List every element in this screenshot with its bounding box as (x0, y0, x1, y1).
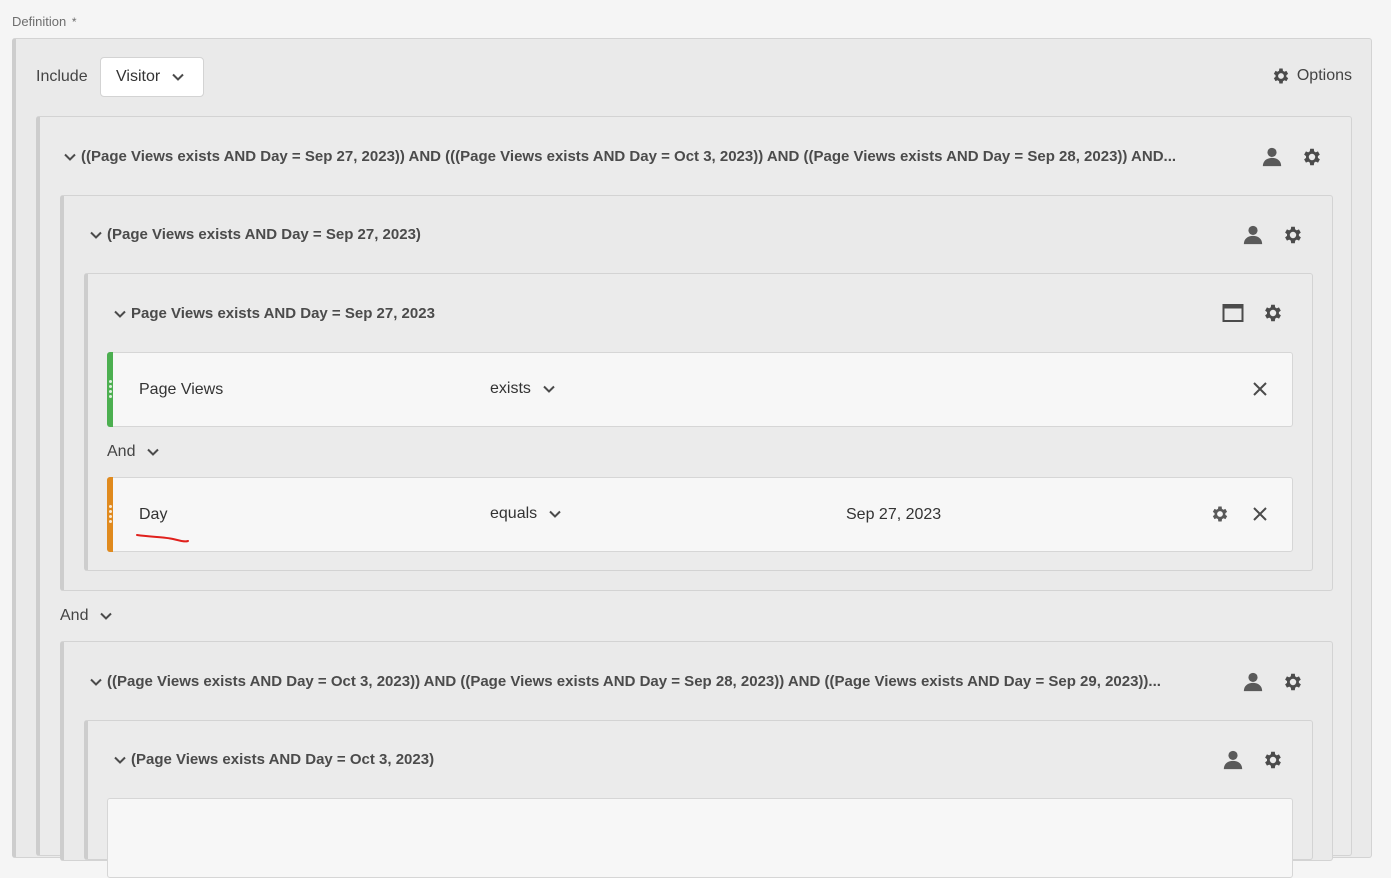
gear-icon[interactable] (1281, 223, 1305, 247)
group2-inner-title-text: (Page Views exists AND Day = Oct 3, 2023… (131, 751, 435, 768)
annotation-underline (136, 534, 189, 543)
drag-handle[interactable] (109, 505, 113, 525)
and-connector-select[interactable]: And (60, 607, 113, 625)
chevron-down-icon (100, 607, 113, 625)
rule-operator: equals (490, 505, 538, 522)
and-connector-select[interactable]: And (107, 443, 160, 461)
person-icon[interactable] (1241, 223, 1265, 247)
gear-icon (1273, 68, 1289, 84)
group2-title-text: ((Page Views exists AND Day = Oct 3, 202… (107, 673, 1161, 690)
rule-operator-select[interactable]: equals (490, 505, 561, 523)
group1-title[interactable]: (Page Views exists AND Day = Sep 27, 202… (90, 226, 421, 243)
group2-title[interactable]: ((Page Views exists AND Day = Oct 3, 202… (90, 673, 1161, 690)
chevron-down-icon (114, 305, 126, 322)
top-container-title-text: ((Page Views exists AND Day = Sep 27, 20… (81, 148, 1177, 165)
options-button[interactable]: Options (1271, 66, 1352, 86)
required-mark: * (71, 15, 77, 29)
gear-icon[interactable] (1261, 301, 1285, 325)
chevron-down-icon (147, 443, 160, 461)
nested-container-partial (107, 798, 1293, 878)
drag-handle[interactable] (109, 380, 113, 400)
and-connector-label: And (107, 443, 136, 460)
definition-text: Definition (12, 14, 67, 29)
window-icon[interactable] (1221, 301, 1245, 325)
chevron-down-icon (543, 385, 555, 393)
group1-title-text: (Page Views exists AND Day = Sep 27, 202… (107, 226, 421, 243)
gear-icon[interactable] (1208, 502, 1232, 526)
scope-select[interactable]: Visitor (100, 57, 204, 97)
chevron-down-icon (172, 68, 184, 86)
close-icon[interactable] (1248, 502, 1272, 526)
rule-row: Day equals Sep 27, 2023 (107, 477, 1293, 552)
rule-row: Page Views exists (107, 352, 1293, 427)
chevron-down-icon (549, 510, 561, 518)
person-icon[interactable] (1221, 748, 1245, 772)
close-icon[interactable] (1248, 377, 1272, 401)
person-icon[interactable] (1260, 145, 1284, 169)
rule-value[interactable]: Sep 27, 2023 (846, 506, 941, 524)
group2-inner-title[interactable]: (Page Views exists AND Day = Oct 3, 2023… (114, 751, 434, 768)
and-connector-label: And (60, 607, 89, 624)
chevron-down-icon (90, 673, 102, 690)
chevron-down-icon (90, 226, 102, 243)
definition-label: Definition * (12, 14, 77, 29)
gear-icon[interactable] (1300, 145, 1324, 169)
group1-inner-title-text: Page Views exists AND Day = Sep 27, 2023 (131, 305, 435, 322)
scope-select-value: Visitor (116, 68, 161, 85)
person-icon[interactable] (1241, 670, 1265, 694)
chevron-down-icon (64, 148, 76, 165)
chevron-down-icon (114, 751, 126, 768)
include-label: Include (36, 68, 88, 85)
gear-icon[interactable] (1261, 748, 1285, 772)
rule-dimension[interactable]: Day (139, 506, 167, 524)
rule-dimension[interactable]: Page Views (139, 381, 223, 399)
top-container-title[interactable]: ((Page Views exists AND Day = Sep 27, 20… (64, 148, 1176, 165)
group1-inner-title[interactable]: Page Views exists AND Day = Sep 27, 2023 (114, 305, 435, 322)
rule-operator-select[interactable]: exists (490, 380, 555, 398)
options-label: Options (1296, 67, 1352, 84)
rule-operator: exists (490, 380, 531, 397)
gear-icon[interactable] (1281, 670, 1305, 694)
